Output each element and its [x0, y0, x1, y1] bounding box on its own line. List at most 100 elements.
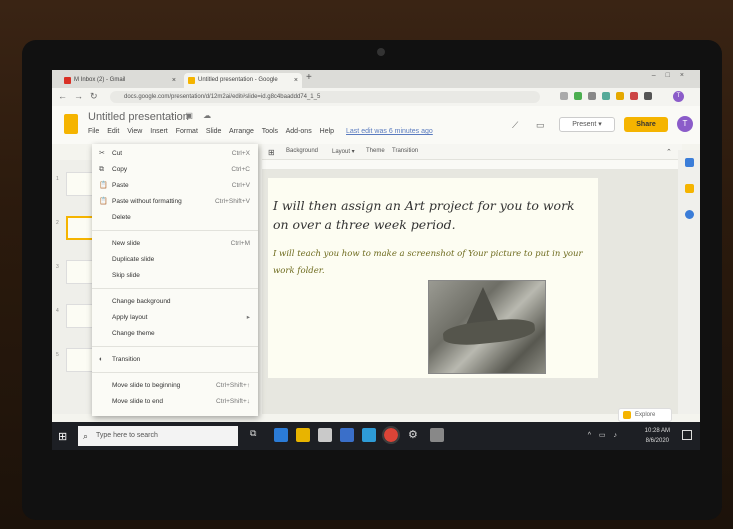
- app-icon[interactable]: [362, 428, 376, 442]
- collapse-icon[interactable]: ⌃: [666, 148, 672, 156]
- menu-item-label: Move slide to end: [112, 398, 163, 405]
- menu-item-apply-layout[interactable]: Apply layout ▸: [92, 310, 258, 326]
- menu-format[interactable]: Format: [176, 128, 198, 135]
- menu-item-transition[interactable]: ◐ Transition: [92, 352, 258, 368]
- menu-item-paste[interactable]: 📋 Paste Ctrl+V: [92, 178, 258, 194]
- menu-arrange[interactable]: Arrange: [229, 128, 254, 135]
- explore-button[interactable]: Explore: [618, 408, 672, 422]
- theme-button[interactable]: Theme: [366, 148, 385, 154]
- tasks-icon[interactable]: [685, 210, 694, 219]
- comment-icon[interactable]: ▭: [536, 120, 545, 131]
- store-icon[interactable]: [318, 428, 332, 442]
- menu-item-label: Paste: [112, 182, 129, 189]
- menu-tools[interactable]: Tools: [262, 128, 278, 135]
- url-text: docs.google.com/presentation/d/12m2ai/ed…: [124, 94, 321, 100]
- account-avatar[interactable]: T: [677, 116, 693, 132]
- menu-item-new-slide[interactable]: New slide Ctrl+M: [92, 236, 258, 252]
- transition-button[interactable]: Transition: [392, 148, 418, 154]
- screen: M Inbox (2) - Gmail × Untitled presentat…: [52, 70, 700, 450]
- mail-icon[interactable]: [340, 428, 354, 442]
- add-icon[interactable]: ⊞: [268, 148, 275, 157]
- menu-item-copy[interactable]: ⧉ Copy Ctrl+C: [92, 162, 258, 178]
- menu-divider: [92, 372, 258, 373]
- menu-item-move-to-end[interactable]: Move slide to end Ctrl+Shift+↓: [92, 394, 258, 410]
- window-controls[interactable]: –□×: [652, 72, 694, 79]
- close-icon[interactable]: ×: [294, 73, 298, 88]
- edge-icon[interactable]: [274, 428, 288, 442]
- menu-item-shortcut: Ctrl+Shift+↑: [216, 382, 250, 389]
- menu-divider: [92, 230, 258, 231]
- menu-item-label: Delete: [112, 214, 131, 221]
- photos-icon[interactable]: [430, 428, 444, 442]
- menu-item-move-to-beginning[interactable]: Move slide to beginning Ctrl+Shift+↑: [92, 378, 258, 394]
- profile-avatar[interactable]: T: [673, 91, 684, 102]
- image-detail: [442, 316, 536, 348]
- settings-gear-icon[interactable]: ⚙: [408, 428, 422, 442]
- extension-icon[interactable]: [602, 92, 610, 100]
- extension-icon[interactable]: [630, 92, 638, 100]
- title-icons[interactable]: ☆ ▣ ☁: [168, 111, 215, 120]
- windows-start-icon[interactable]: ⊞: [58, 430, 67, 443]
- slides-logo-icon[interactable]: [64, 114, 78, 134]
- tab-gmail[interactable]: M Inbox (2) - Gmail ×: [60, 73, 180, 88]
- clock[interactable]: 10:28 AM 8/6/2020: [645, 426, 670, 446]
- thumb-number: 5: [56, 352, 59, 358]
- forward-icon[interactable]: →: [74, 91, 83, 101]
- puzzle-icon[interactable]: [644, 92, 652, 100]
- tab-label: Untitled presentation - Google: [198, 77, 278, 83]
- star-icon[interactable]: [560, 92, 568, 100]
- webcam: [377, 48, 385, 56]
- current-slide[interactable]: I will then assign an Art project for yo…: [268, 178, 598, 378]
- menu-view[interactable]: View: [127, 128, 142, 135]
- extension-icon[interactable]: [588, 92, 596, 100]
- scissors-icon: ✂: [99, 150, 105, 157]
- extension-icon[interactable]: [574, 92, 582, 100]
- taskbar-search-input[interactable]: Type here to search: [78, 426, 238, 446]
- menu-slide[interactable]: Slide: [206, 128, 222, 135]
- share-button[interactable]: Share: [624, 117, 668, 132]
- slide-subtext[interactable]: I will teach you how to make a screensho…: [273, 246, 593, 280]
- keep-icon[interactable]: [685, 184, 694, 193]
- present-label: Present: [572, 121, 597, 128]
- activity-icon[interactable]: ⟋: [512, 120, 518, 131]
- calendar-icon[interactable]: [685, 158, 694, 167]
- menu-item-delete[interactable]: Delete: [92, 210, 258, 226]
- menu-item-label: Duplicate slide: [112, 256, 155, 263]
- menu-file[interactable]: File: [88, 128, 99, 135]
- task-view-icon[interactable]: ⧉: [250, 428, 264, 442]
- menu-insert[interactable]: Insert: [150, 128, 168, 135]
- menu-divider: [92, 346, 258, 347]
- menu-item-change-background[interactable]: Change background: [92, 294, 258, 310]
- last-edit-link[interactable]: Last edit was 6 minutes ago: [346, 128, 433, 135]
- tab-label: M Inbox (2) - Gmail: [74, 77, 126, 83]
- dinosaur-sketch-image[interactable]: [428, 280, 546, 374]
- new-tab-button[interactable]: +: [306, 72, 312, 83]
- notifications-icon[interactable]: [682, 430, 692, 440]
- slide-heading[interactable]: I will then assign an Art project for yo…: [273, 196, 593, 234]
- url-input[interactable]: docs.google.com/presentation/d/12m2ai/ed…: [110, 91, 540, 103]
- reload-icon[interactable]: ↻: [90, 91, 98, 102]
- chrome-icon[interactable]: [382, 426, 400, 444]
- thumb-number: 4: [56, 308, 59, 314]
- menu-item-change-theme[interactable]: Change theme: [92, 326, 258, 342]
- extension-icon[interactable]: [616, 92, 624, 100]
- back-icon[interactable]: ←: [58, 91, 67, 101]
- menu-help[interactable]: Help: [320, 128, 334, 135]
- menu-edit[interactable]: Edit: [107, 128, 119, 135]
- system-tray-icons[interactable]: ^ ▭ ♪: [588, 431, 620, 439]
- menu-item-paste-without-formatting[interactable]: 📋 Paste without formatting Ctrl+Shift+V: [92, 194, 258, 210]
- layout-button[interactable]: Layout ▾: [332, 148, 355, 155]
- explore-label: Explore: [635, 412, 656, 418]
- background-button[interactable]: Background: [286, 148, 318, 154]
- menu-item-duplicate-slide[interactable]: Duplicate slide: [92, 252, 258, 268]
- slides-header: Untitled presentation ☆ ▣ ☁ File Edit Vi…: [52, 106, 700, 144]
- close-icon[interactable]: ×: [172, 73, 176, 88]
- menu-item-cut[interactable]: ✂ Cut Ctrl+X: [92, 146, 258, 162]
- menu-item-skip-slide[interactable]: Skip slide: [92, 268, 258, 284]
- menu-item-label: Change background: [112, 298, 171, 305]
- tab-slides[interactable]: Untitled presentation - Google ×: [184, 73, 302, 88]
- menu-item-label: Apply layout: [112, 314, 148, 321]
- menu-addons[interactable]: Add-ons: [286, 128, 312, 135]
- file-explorer-icon[interactable]: [296, 428, 310, 442]
- present-button[interactable]: Present ▾: [559, 117, 615, 132]
